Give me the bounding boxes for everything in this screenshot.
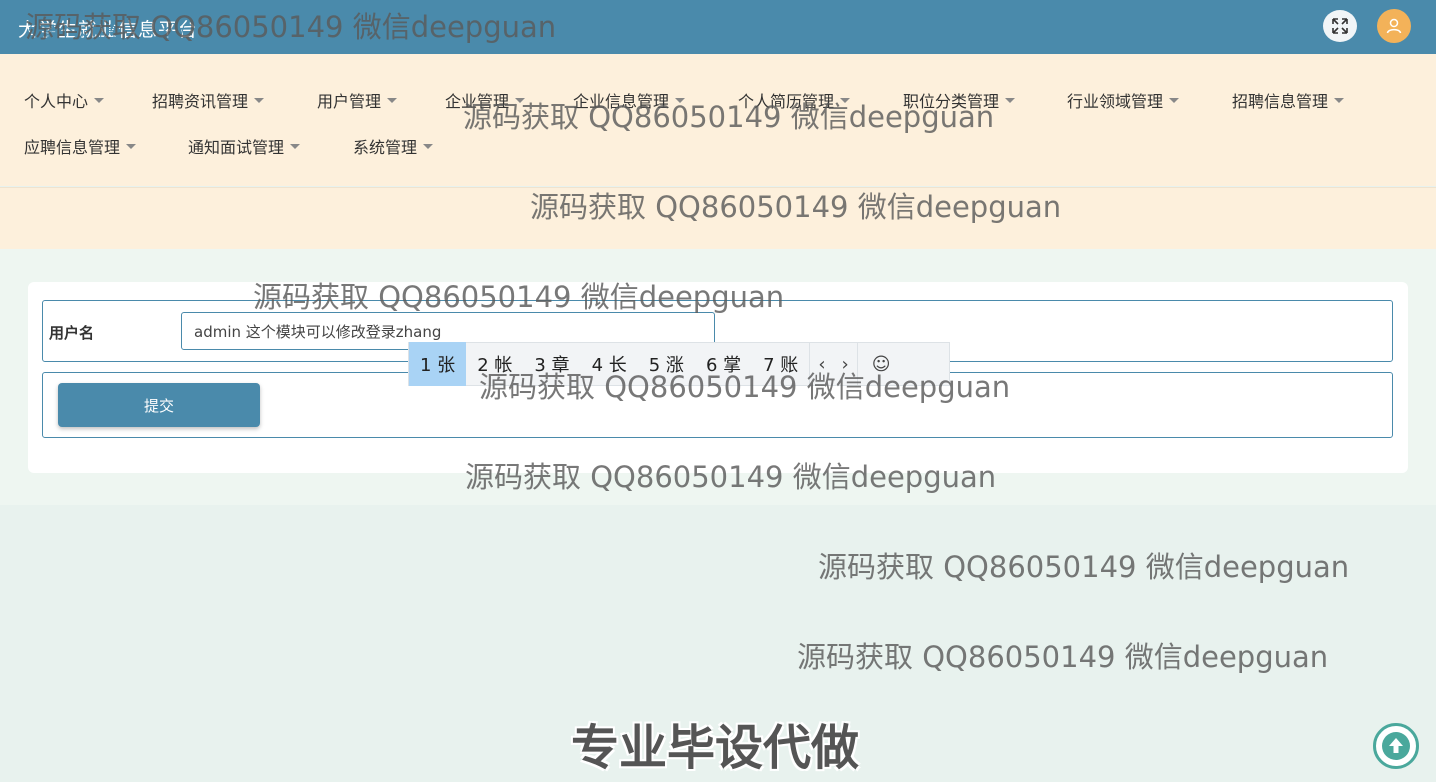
ime-candidate[interactable]: 3 章	[523, 342, 580, 386]
nav-item-recruit-news[interactable]: 招聘资讯管理	[152, 88, 265, 112]
caret-down-icon	[1005, 97, 1016, 103]
caret-down-icon	[515, 97, 526, 103]
promo-watermark: 专业毕设代做	[571, 720, 860, 776]
caret-down-icon	[94, 97, 105, 103]
chevron-right-icon[interactable]: ›	[834, 342, 857, 386]
caret-down-icon	[423, 143, 434, 149]
chevron-left-icon[interactable]: ‹	[810, 342, 833, 386]
nav-label: 系统管理	[353, 138, 418, 157]
nav-item-user-management[interactable]: 用户管理	[317, 88, 398, 112]
breadcrumb-parent[interactable]: 个人信息管理	[188, 23, 266, 42]
ime-candidate[interactable]: 2 帐	[466, 342, 523, 386]
ime-candidate[interactable]: 4 长	[581, 342, 638, 386]
nav-item-recruit-info[interactable]: 招聘信息管理	[1232, 88, 1345, 112]
nav-item-application-info[interactable]: 应聘信息管理	[24, 134, 137, 158]
nav-item-personal-center[interactable]: 个人中心	[24, 88, 105, 112]
nav-label: 行业领域管理	[1067, 92, 1164, 111]
nav-item-company-management[interactable]: 企业管理	[445, 88, 526, 112]
caret-down-icon	[840, 97, 851, 103]
nav-label: 应聘信息管理	[24, 138, 121, 157]
caret-down-icon	[290, 143, 301, 149]
main-nav	[0, 54, 1436, 186]
nav-label: 通知面试管理	[188, 138, 285, 157]
ime-candidate[interactable]: 1 张	[409, 342, 467, 386]
watermark: 源码获取 QQ86050149 微信deepguan	[818, 550, 1350, 584]
home-icon[interactable]	[160, 25, 176, 41]
emoji-icon[interactable]: ☺	[858, 342, 905, 386]
user-icon	[1386, 18, 1402, 34]
caret-down-icon	[1334, 97, 1345, 103]
nav-label: 职位分类管理	[903, 92, 1000, 111]
breadcrumb-separator: /	[180, 25, 185, 40]
nav-label: 企业信息管理	[573, 92, 670, 111]
avatar[interactable]	[1377, 9, 1411, 43]
nav-item-company-info[interactable]: 企业信息管理	[573, 88, 686, 112]
expand-arrows-icon	[1332, 18, 1348, 34]
nav-item-system-management[interactable]: 系统管理	[353, 134, 434, 158]
breadcrumb: / 个人信息管理 / 编辑个人信息	[160, 23, 357, 42]
submit-button[interactable]: 提交	[58, 383, 260, 427]
breadcrumb-separator: /	[270, 25, 275, 40]
nav-label: 个人中心	[24, 92, 89, 111]
nav-item-interview-notice[interactable]: 通知面试管理	[188, 134, 301, 158]
nav-label: 个人简历管理	[738, 92, 835, 111]
ime-candidate[interactable]: 7 账	[752, 342, 809, 386]
breadcrumb-current: 编辑个人信息	[278, 27, 357, 42]
nav-label: 企业管理	[445, 92, 510, 111]
ime-candidate[interactable]: 6 掌	[695, 342, 752, 386]
page-title: 编辑个人信息	[28, 23, 119, 41]
caret-down-icon	[254, 97, 265, 103]
breadcrumb-bar	[0, 187, 1436, 249]
ime-candidate-bar: 1 张 2 帐 3 章 4 长 5 涨 6 掌 7 账 ‹ › ☺	[408, 342, 950, 386]
fullscreen-button[interactable]	[1323, 10, 1357, 42]
ime-candidate[interactable]: 5 涨	[638, 342, 695, 386]
nav-label: 用户管理	[317, 92, 382, 111]
nav-label: 招聘资讯管理	[152, 92, 249, 111]
caret-down-icon	[387, 97, 398, 103]
username-label: 用户名	[49, 324, 95, 342]
nav-item-resume-management[interactable]: 个人简历管理	[738, 88, 851, 112]
caret-down-icon	[675, 97, 686, 103]
watermark: 源码获取 QQ86050149 微信deepguan	[797, 640, 1329, 674]
arrow-up-icon	[1382, 732, 1410, 760]
nav-label: 招聘信息管理	[1232, 92, 1329, 111]
caret-down-icon	[1169, 97, 1180, 103]
nav-item-industry[interactable]: 行业领域管理	[1067, 88, 1180, 112]
nav-item-job-category[interactable]: 职位分类管理	[903, 88, 1016, 112]
scroll-top-button[interactable]	[1373, 723, 1419, 769]
caret-down-icon	[126, 143, 137, 149]
